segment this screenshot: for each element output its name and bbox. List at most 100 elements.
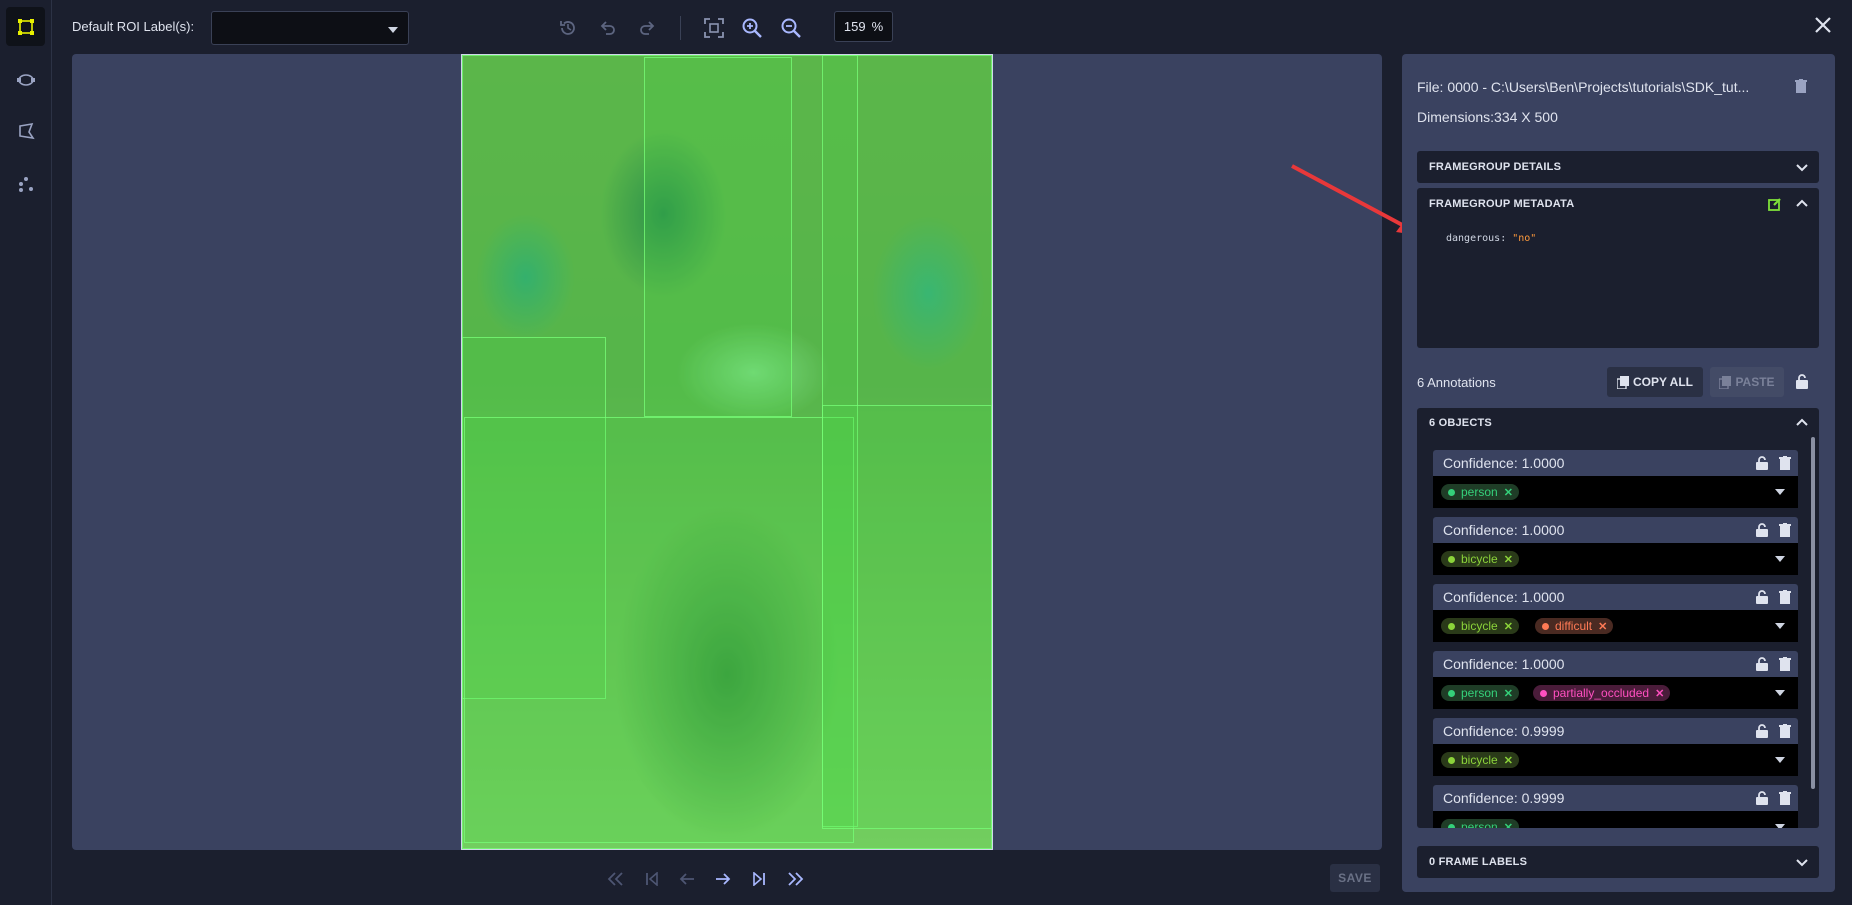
unlock-icon[interactable] [1796,374,1808,389]
object-card[interactable]: Confidence: 1.0000 bicycle ✕ difficult ✕ [1433,584,1798,642]
unlock-icon[interactable] [1755,590,1769,604]
previous-frame-icon[interactable] [675,869,699,889]
history-icon[interactable] [555,15,581,41]
label-tag-text: person [1461,820,1498,828]
object-card[interactable]: Confidence: 1.0000 person ✕ [1433,450,1798,508]
save-button[interactable]: SAVE [1330,864,1380,892]
delete-file-icon[interactable] [1795,79,1807,98]
label-tag[interactable]: person ✕ [1441,484,1519,500]
copy-all-button[interactable]: COPY ALL [1607,367,1703,397]
bounding-box[interactable] [464,417,854,843]
confidence-label: Confidence: 0.9999 [1443,790,1565,806]
trash-icon[interactable] [1778,657,1792,671]
undo-icon[interactable] [595,15,621,41]
annotations-count: 6 Annotations [1417,375,1496,390]
ellipse-tool-icon[interactable] [6,60,45,99]
zoom-value: 159 [843,19,866,34]
chevron-down-icon [1775,556,1785,562]
label-color-dot [1448,488,1455,496]
chevron-down-icon [1796,859,1808,867]
object-labels-select[interactable]: bicycle ✕ [1433,744,1798,776]
bounding-box[interactable] [822,405,992,829]
remove-label-icon[interactable]: ✕ [1655,687,1664,700]
last-frame-icon[interactable] [783,869,807,889]
objects-section: 6 OBJECTS Confidence: 1.0000 person ✕ Confi… [1417,408,1819,828]
object-card[interactable]: Confidence: 0.9999 bicycle ✕ [1433,718,1798,776]
label-tag[interactable]: person ✕ [1441,685,1519,701]
unlock-icon[interactable] [1755,724,1769,738]
object-labels-select[interactable]: person ✕ [1433,476,1798,508]
label-tag-text: bicycle [1461,619,1498,633]
rectangle-tool-icon[interactable] [6,7,45,46]
skip-forward-icon[interactable] [747,869,771,889]
label-tag[interactable]: bicycle ✕ [1441,618,1519,634]
object-card[interactable]: Confidence: 1.0000 person ✕ partially_occlu… [1433,651,1798,709]
object-card-header: Confidence: 0.9999 [1433,785,1798,811]
zoom-in-icon[interactable] [739,15,765,41]
first-frame-icon[interactable] [604,869,628,889]
objects-scrollbar[interactable] [1811,437,1815,789]
chevron-down-icon [1775,623,1785,629]
object-card[interactable]: Confidence: 0.9999 person ✕ [1433,785,1798,828]
paste-label: PASTE [1735,375,1775,389]
fit-to-screen-icon[interactable] [701,15,727,41]
object-labels-select[interactable]: bicycle ✕ [1433,543,1798,575]
zoom-out-icon[interactable] [778,15,804,41]
frame-labels-header[interactable]: 0 FRAME LABELS [1417,846,1819,878]
keypoints-tool-icon[interactable] [6,164,45,203]
label-tag-text: person [1461,485,1498,499]
bounding-box[interactable] [644,57,792,417]
label-tag[interactable]: bicycle ✕ [1441,551,1519,567]
remove-label-icon[interactable]: ✕ [1504,687,1513,700]
confidence-label: Confidence: 1.0000 [1443,455,1565,471]
frame-image[interactable] [461,54,993,850]
remove-label-icon[interactable]: ✕ [1504,553,1513,566]
object-card-header: Confidence: 1.0000 [1433,450,1798,476]
label-color-dot [1448,555,1455,563]
trash-icon[interactable] [1778,590,1792,604]
label-color-dot [1448,689,1455,697]
default-roi-select[interactable] [211,11,409,45]
framegroup-details-header[interactable]: FRAMEGROUP DETAILS [1417,151,1819,183]
chevron-down-icon [1775,690,1785,696]
zoom-input[interactable]: 159 % [834,11,893,42]
label-tag-text: partially_occluded [1553,686,1650,700]
object-card-header: Confidence: 1.0000 [1433,584,1798,610]
edit-icon[interactable] [1768,197,1782,211]
label-tag[interactable]: partially_occluded ✕ [1533,685,1671,701]
remove-label-icon[interactable]: ✕ [1504,754,1513,767]
skip-back-icon[interactable] [640,869,664,889]
redo-icon[interactable] [634,15,660,41]
metadata-entry[interactable]: dangerous: "no" [1446,233,1536,244]
frame-labels-title: 0 FRAME LABELS [1429,856,1528,868]
trash-icon[interactable] [1778,791,1792,805]
label-tag[interactable]: difficult ✕ [1535,618,1614,634]
close-icon[interactable] [1808,10,1838,40]
object-card[interactable]: Confidence: 1.0000 bicycle ✕ [1433,517,1798,575]
object-labels-select[interactable]: person ✕ [1433,811,1798,828]
paste-icon [1719,375,1732,389]
unlock-icon[interactable] [1755,791,1769,805]
next-frame-icon[interactable] [711,869,735,889]
object-card-header: Confidence: 0.9999 [1433,718,1798,744]
object-labels-select[interactable]: person ✕ partially_occluded ✕ [1433,677,1798,709]
label-tag[interactable]: person ✕ [1441,819,1519,828]
remove-label-icon[interactable]: ✕ [1598,620,1607,633]
remove-label-icon[interactable]: ✕ [1504,620,1513,633]
chevron-up-icon[interactable] [1795,416,1809,430]
paste-button[interactable]: PASTE [1710,367,1784,397]
confidence-label: Confidence: 1.0000 [1443,589,1565,605]
object-labels-select[interactable]: bicycle ✕ difficult ✕ [1433,610,1798,642]
trash-icon[interactable] [1778,523,1792,537]
polygon-tool-icon[interactable] [6,111,45,150]
remove-label-icon[interactable]: ✕ [1504,486,1513,499]
unlock-icon[interactable] [1755,523,1769,537]
remove-label-icon[interactable]: ✕ [1504,821,1513,829]
unlock-icon[interactable] [1755,456,1769,470]
unlock-icon[interactable] [1755,657,1769,671]
chevron-up-icon[interactable] [1795,197,1809,211]
confidence-label: Confidence: 1.0000 [1443,656,1565,672]
trash-icon[interactable] [1778,456,1792,470]
label-tag[interactable]: bicycle ✕ [1441,752,1519,768]
trash-icon[interactable] [1778,724,1792,738]
